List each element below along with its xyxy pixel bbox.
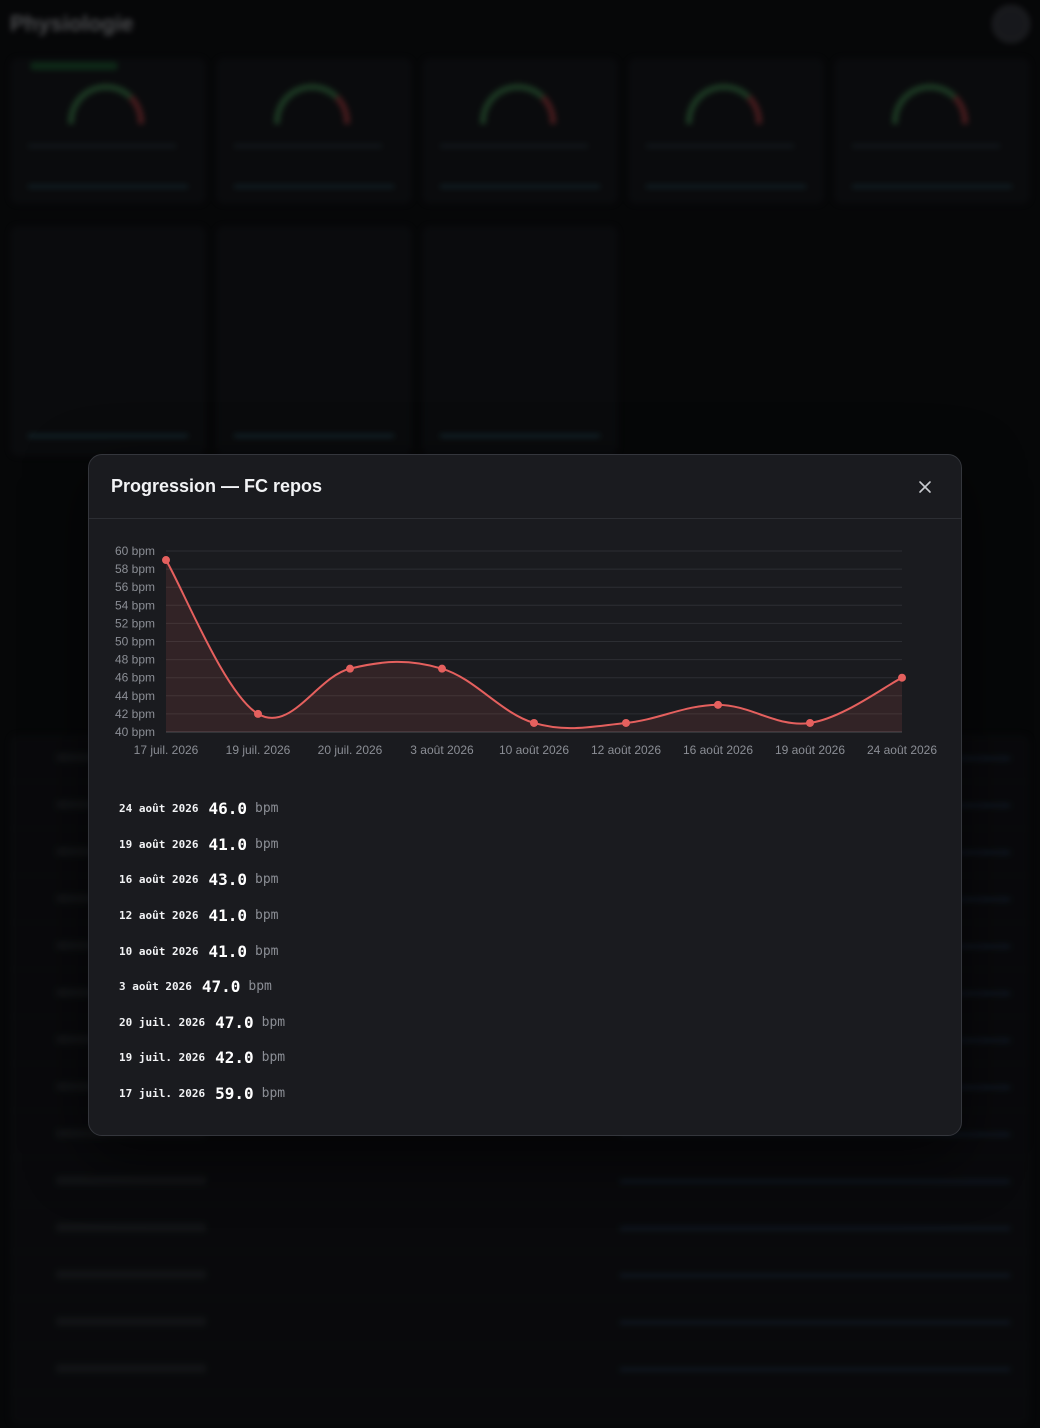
progression-modal: Progression — FC repos 40 bpm 42 bpm 44 bp… bbox=[88, 454, 962, 1136]
entry-unit: bpm bbox=[261, 1014, 286, 1030]
data-point bbox=[806, 718, 814, 727]
series-line bbox=[165, 559, 903, 730]
y-tick-label: 44 bpm bbox=[115, 689, 155, 703]
entry-date: 24 août 2026 bbox=[119, 802, 199, 816]
x-tick-label: 24 août 2026 bbox=[867, 743, 937, 757]
entry-unit: bpm bbox=[261, 1050, 286, 1066]
list-item: 20 juil. 2026 47.0 bpm bbox=[119, 1005, 285, 1041]
entry-value: 47.0 bbox=[201, 977, 241, 997]
entry-unit: bpm bbox=[255, 943, 279, 959]
modal-title: Progression — FC repos bbox=[111, 476, 323, 496]
entries-list: 24 août 2026 46.0 bpm 19 août 2026 41.0 bpm 16… bbox=[119, 791, 285, 1111]
y-tick-label: 56 bpm bbox=[115, 580, 155, 594]
entry-value: 41.0 bbox=[208, 906, 248, 926]
entry-date: 16 août 2026 bbox=[119, 873, 199, 887]
entry-date: 19 juil. 2026 bbox=[119, 1051, 206, 1065]
entry-date: 12 août 2026 bbox=[119, 909, 199, 923]
data-point bbox=[898, 673, 906, 682]
list-item: 16 août 2026 43.0 bpm bbox=[119, 862, 285, 898]
data-point bbox=[438, 664, 446, 673]
close-icon bbox=[919, 480, 931, 493]
series-area bbox=[166, 560, 902, 732]
list-item: 10 août 2026 41.0 bpm bbox=[119, 933, 285, 969]
entry-date: 3 août 2026 bbox=[119, 980, 192, 994]
y-tick-label: 42 bpm bbox=[115, 707, 155, 721]
entry-value: 41.0 bbox=[208, 834, 248, 854]
y-tick-label: 40 bpm bbox=[115, 725, 155, 739]
entry-unit: bpm bbox=[255, 908, 279, 924]
x-tick-label: 20 juil. 2026 bbox=[318, 743, 383, 757]
x-tick-label: 17 juil. 2026 bbox=[134, 743, 199, 757]
entry-value: 46.0 bbox=[208, 799, 248, 819]
list-item: 17 juil. 2026 59.0 bpm bbox=[119, 1076, 285, 1112]
x-tick-label: 3 août 2026 bbox=[410, 743, 474, 757]
entry-date: 19 août 2026 bbox=[119, 837, 199, 851]
entry-value: 41.0 bbox=[208, 941, 248, 961]
entry-value: 42.0 bbox=[215, 1048, 254, 1068]
entry-unit: bpm bbox=[255, 801, 279, 817]
y-tick-label: 54 bpm bbox=[115, 598, 155, 612]
data-point bbox=[346, 664, 354, 673]
x-tick-label: 19 juil. 2026 bbox=[226, 743, 291, 757]
entry-unit: bpm bbox=[261, 1086, 286, 1102]
x-tick-label: 16 août 2026 bbox=[683, 743, 753, 757]
progression-chart: 40 bpm 42 bpm 44 bpm 46 bpm 48 bpm 50 bpm 52 b… bbox=[89, 519, 961, 769]
y-tick-label: 50 bpm bbox=[115, 635, 155, 649]
close-button[interactable] bbox=[911, 473, 939, 501]
x-tick-label: 19 août 2026 bbox=[775, 743, 845, 757]
entry-unit: bpm bbox=[255, 872, 279, 888]
data-point bbox=[714, 700, 722, 709]
entry-value: 43.0 bbox=[208, 870, 248, 890]
y-tick-label: 52 bpm bbox=[115, 616, 155, 630]
entry-unit: bpm bbox=[248, 979, 272, 995]
data-point bbox=[162, 556, 170, 565]
list-item: 19 juil. 2026 42.0 bpm bbox=[119, 1040, 285, 1076]
y-tick-label: 48 bpm bbox=[115, 653, 155, 667]
entry-value: 59.0 bbox=[215, 1084, 254, 1104]
line-chart: 40 bpm 42 bpm 44 bpm 46 bpm 48 bpm 50 bpm 52 b… bbox=[115, 544, 937, 757]
data-point bbox=[530, 718, 538, 727]
y-tick-label: 58 bpm bbox=[115, 562, 155, 576]
entry-date: 10 août 2026 bbox=[119, 944, 199, 958]
data-point bbox=[622, 718, 630, 727]
entry-date: 17 juil. 2026 bbox=[119, 1087, 206, 1101]
list-item: 24 août 2026 46.0 bpm bbox=[119, 791, 285, 827]
x-tick-label: 10 août 2026 bbox=[499, 743, 569, 757]
x-tick-label: 12 août 2026 bbox=[591, 743, 661, 757]
list-item: 19 août 2026 41.0 bpm bbox=[119, 827, 285, 863]
y-tick-label: 46 bpm bbox=[115, 671, 155, 685]
entry-date: 20 juil. 2026 bbox=[119, 1015, 206, 1029]
entry-unit: bpm bbox=[255, 836, 279, 852]
data-point bbox=[254, 709, 262, 718]
entry-value: 47.0 bbox=[215, 1012, 254, 1032]
list-item: 12 août 2026 41.0 bpm bbox=[119, 898, 285, 934]
list-item: 3 août 2026 47.0 bpm bbox=[119, 969, 285, 1005]
modal-header: Progression — FC repos bbox=[89, 455, 961, 519]
y-tick-label: 60 bpm bbox=[115, 544, 155, 558]
